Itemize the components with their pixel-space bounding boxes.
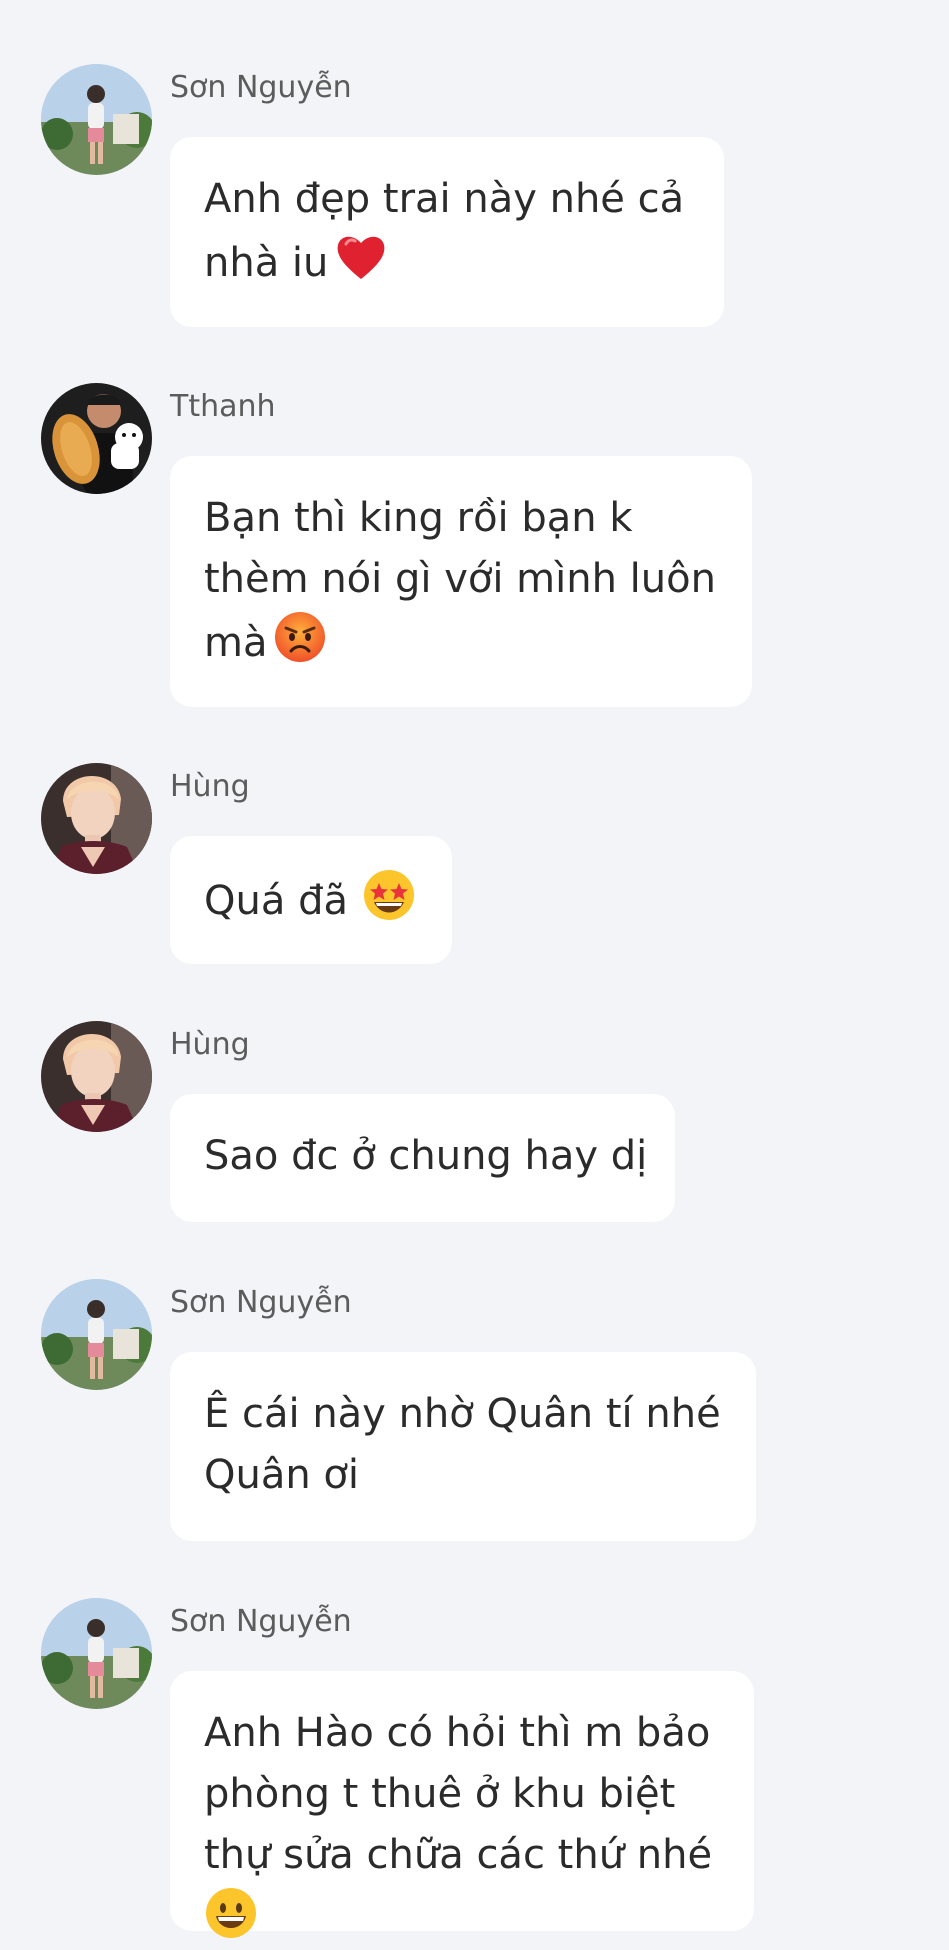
- message-text: phòng t thuê ở khu biệt: [204, 1771, 676, 1817]
- message-bubble[interactable]: Quá đã: [170, 836, 452, 964]
- message-text: Anh đẹp trai này nhé cả: [204, 176, 685, 222]
- avatar-son-nguyen-icon[interactable]: [41, 1598, 152, 1709]
- message-text: nhà iu: [204, 240, 329, 286]
- message-text: Quá đã: [204, 878, 348, 924]
- sender-name: Hùng: [170, 1027, 250, 1062]
- star-struck-face-icon: [362, 868, 416, 922]
- sender-name: Tthanh: [170, 389, 276, 424]
- angry-face-icon: [273, 610, 327, 664]
- message-text: thự sửa chữa các thứ nhé: [204, 1832, 713, 1878]
- avatar-son-nguyen-icon[interactable]: [41, 64, 152, 175]
- sender-name: Sơn Nguyễn: [170, 1604, 352, 1639]
- avatar-son-nguyen-icon[interactable]: [41, 1279, 152, 1390]
- message-text-line: mà: [204, 610, 718, 674]
- message-text: Quân ơi: [204, 1452, 359, 1498]
- message-text: Bạn thì king rồi bạn k: [204, 495, 633, 541]
- red-heart-icon: [334, 230, 388, 284]
- message-text-line: nhà iu: [204, 230, 690, 294]
- avatar-tthanh-icon[interactable]: [41, 383, 152, 494]
- message-text: mà: [204, 620, 268, 666]
- sender-name: Sơn Nguyễn: [170, 70, 352, 105]
- sender-name: Hùng: [170, 769, 250, 804]
- avatar-hung-icon[interactable]: [41, 1021, 152, 1132]
- message-text-line: Quá đã: [204, 868, 418, 932]
- avatar-hung-icon[interactable]: [41, 763, 152, 874]
- message-text: thèm nói gì với mình luôn: [204, 556, 716, 602]
- message-bubble[interactable]: Bạn thì king rồi bạn k thèm nói gì với m…: [170, 456, 752, 707]
- sender-name: Sơn Nguyễn: [170, 1285, 352, 1320]
- message-bubble[interactable]: Anh Hào có hỏi thì m bảo phòng t thuê ở …: [170, 1671, 754, 1938]
- message-text: Ê cái này nhờ Quân tí nhé: [204, 1391, 721, 1437]
- message-bubble[interactable]: Sao đc ở chung hay dị: [170, 1094, 675, 1222]
- message-text: Anh Hào có hỏi thì m bảo: [204, 1710, 711, 1756]
- chat-thread: Sơn Nguyễn Anh đẹp trai này nhé cả nhà i…: [0, 0, 949, 1938]
- message-emoji-line: [204, 1886, 720, 1950]
- message-text: Sao đc ở chung hay dị: [204, 1133, 648, 1179]
- message-bubble[interactable]: Ê cái này nhờ Quân tí nhé Quân ơi: [170, 1352, 756, 1541]
- message-bubble[interactable]: Anh đẹp trai này nhé cả nhà iu: [170, 137, 724, 327]
- grinning-face-icon: [204, 1886, 258, 1940]
